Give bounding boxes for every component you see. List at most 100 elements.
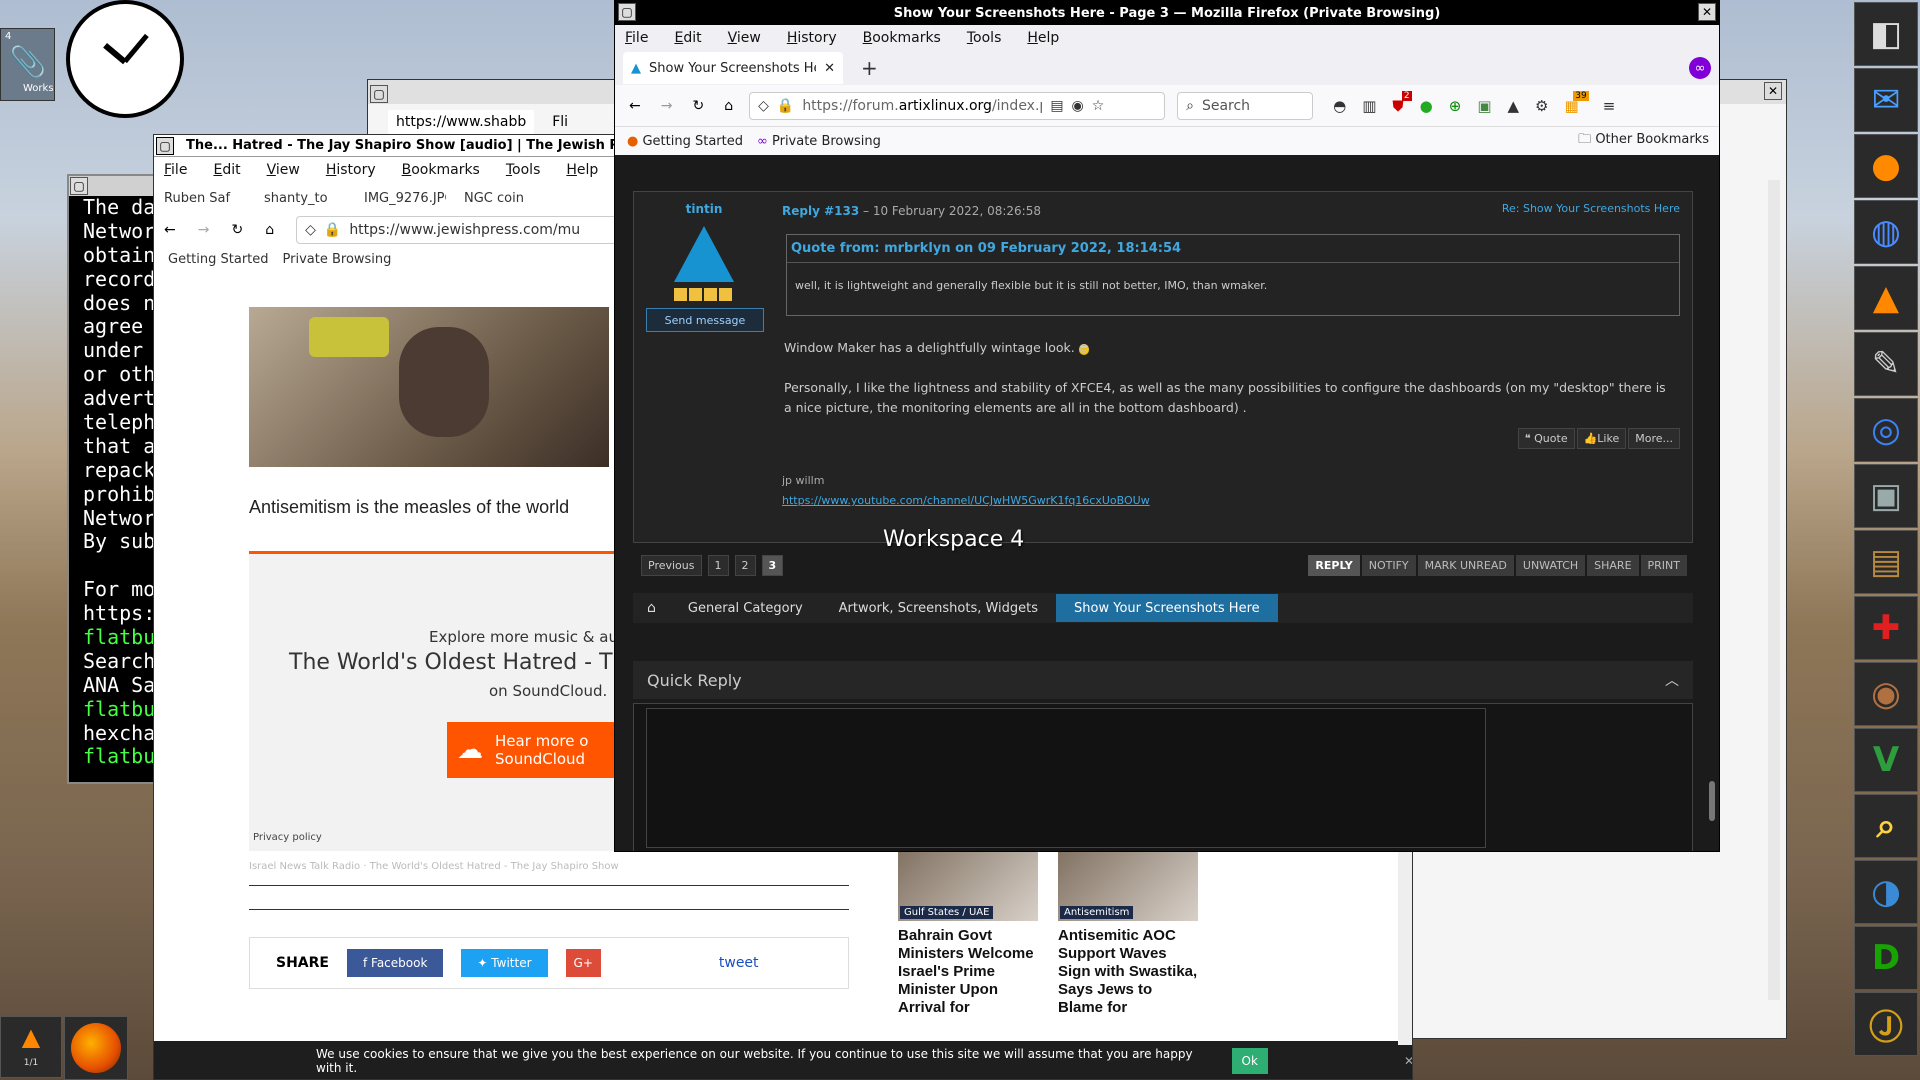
close-tab-icon[interactable]: ✕ (824, 61, 835, 76)
window-menu-button[interactable]: ▢ (70, 177, 88, 195)
terminal-window[interactable]: ▢ The da Networ obtain record does n agree und… (67, 174, 157, 784)
flickr-tab[interactable]: Fli (544, 110, 576, 134)
like-button[interactable]: 👍Like (1576, 428, 1627, 449)
extension-icon[interactable]: ● (1420, 97, 1433, 115)
speaker-icon[interactable]: ◉ (1854, 662, 1918, 726)
news-headline[interactable]: Antisemitic AOC Support Waves Sign with … (1058, 927, 1198, 1017)
news-headline[interactable]: Bahrain Govt Ministers Welcome Israel's … (898, 927, 1038, 1017)
notify-button[interactable]: NOTIFY (1361, 555, 1416, 576)
gimp-icon[interactable]: ✎ (1854, 332, 1918, 396)
home-icon[interactable]: ⌂ (724, 98, 733, 114)
libreoffice-d-icon[interactable]: D (1854, 926, 1918, 990)
bookmark-private-browsing[interactable]: Private Browsing (283, 252, 392, 267)
bookmark-getting-started[interactable]: ● Getting Started (627, 134, 743, 149)
page-2[interactable]: 2 (734, 555, 756, 576)
extension-icon[interactable]: ⚙ (1535, 97, 1548, 115)
forward-icon[interactable]: → (661, 98, 673, 114)
window-menu-button[interactable]: ▢ (156, 137, 174, 155)
sidebar-icon[interactable]: ▥ (1362, 97, 1376, 115)
quote-button[interactable]: ❝ Quote (1517, 428, 1575, 449)
url-bar[interactable]: ◇ 🔒 https://forum.artixlinux.org/index.ph… (749, 91, 1166, 120)
hamburger-menu-icon[interactable]: ≡ (1603, 97, 1616, 115)
jr-icon[interactable]: Ⓙ (1854, 992, 1918, 1056)
tab[interactable]: NGC coin (464, 191, 546, 206)
page-3[interactable]: 3 (761, 555, 784, 576)
cookie-ok-button[interactable]: Ok (1231, 1048, 1268, 1074)
quick-reply-header[interactable]: Quick Reply ︿ (633, 661, 1693, 699)
xchat-icon[interactable]: ✚ (1854, 596, 1918, 660)
rss-icon[interactable]: ◉ (1072, 98, 1084, 114)
audio-credit[interactable]: Israel News Talk Radio · The World's Old… (249, 861, 619, 872)
search-input[interactable]: ⌕ Search (1177, 91, 1314, 120)
menu-bookmarks[interactable]: Bookmarks (402, 162, 480, 178)
cube-icon[interactable]: ▣ (1854, 464, 1918, 528)
bookmark-getting-started[interactable]: Getting Started (168, 252, 269, 267)
box-icon[interactable]: ▤ (1854, 530, 1918, 594)
menu-history[interactable]: History (326, 162, 376, 178)
breadcrumb-screenshots[interactable]: Show Your Screenshots Here (1056, 594, 1278, 622)
forward-icon[interactable]: → (198, 222, 210, 238)
page-1[interactable]: 1 (707, 555, 729, 576)
firefox-appicon[interactable] (64, 1016, 128, 1080)
reply-button[interactable]: REPLY (1308, 555, 1360, 576)
back-icon[interactable]: ← (629, 98, 641, 114)
vim-icon[interactable]: V (1854, 728, 1918, 792)
reload-icon[interactable]: ↻ (692, 98, 704, 114)
magnifier-icon[interactable]: ⌕ (1854, 794, 1918, 858)
facebook-button[interactable]: f Facebook (346, 949, 444, 977)
chromium-icon[interactable]: ◎ (1854, 398, 1918, 462)
chevron-up-icon[interactable]: ︿ (1665, 670, 1679, 690)
unwatch-button[interactable]: UNWATCH (1515, 555, 1586, 576)
menu-file[interactable]: File (625, 30, 648, 46)
vlc-icon[interactable]: ▲ (1854, 266, 1918, 330)
menu-help[interactable]: Help (1027, 30, 1059, 46)
gplus-button[interactable]: G+ (565, 949, 601, 977)
tab-forum[interactable]: ▲ Show Your Screenshots He ✕ (623, 52, 843, 84)
news-card[interactable]: Antisemitism Antisemitic AOC Support Wave… (1058, 833, 1198, 1017)
bluefish-icon[interactable]: ◑ (1854, 860, 1918, 924)
extension-icon[interactable]: ▦ 39 (1565, 90, 1589, 115)
signature-link[interactable]: https://www.youtube.com/channel/UCJwHW5G… (782, 494, 1150, 507)
window-menu-button[interactable]: ▢ (370, 85, 388, 103)
reply-number[interactable]: Reply #133 (782, 204, 859, 218)
post-subject[interactable]: Re: Show Your Screenshots Here (1502, 202, 1680, 215)
tab[interactable]: IMG_9276.JPG (364, 191, 446, 206)
menu-view[interactable]: View (267, 162, 300, 178)
menu-help[interactable]: Help (566, 162, 598, 178)
home-icon[interactable]: ⌂ (633, 600, 670, 616)
reply-textarea[interactable] (646, 708, 1486, 848)
quote-header[interactable]: Quote from: mrbrklyn on 09 February 2022… (787, 235, 1679, 263)
breadcrumb-artwork[interactable]: Artwork, Screenshots, Widgets (821, 594, 1056, 622)
thunderbird-icon[interactable]: ✉ (1854, 68, 1918, 132)
bookmark-private-browsing[interactable]: ∞ Private Browsing (757, 134, 881, 149)
menu-edit[interactable]: Edit (674, 30, 701, 46)
extension-icon[interactable]: ▲ (1508, 97, 1520, 115)
bookmark-star-icon[interactable]: ☆ (1092, 98, 1105, 114)
scrollbar[interactable] (1768, 180, 1780, 1000)
home-icon[interactable]: ⌂ (265, 222, 274, 238)
window-menu-button[interactable]: ▢ (618, 3, 636, 21)
post-author[interactable]: tintin (634, 202, 774, 216)
close-icon[interactable]: ✕ (1764, 82, 1782, 100)
back-icon[interactable]: ← (164, 222, 176, 238)
forum-window[interactable]: ▢ Show Your Screenshots Here - Page 3 — … (614, 0, 1720, 852)
vlc-appicon[interactable]: ▲ 1/1 (0, 1016, 62, 1078)
previous-page-button[interactable]: Previous (641, 555, 702, 576)
scrollbar[interactable] (1709, 781, 1715, 821)
tab[interactable]: shanty_to (264, 191, 346, 206)
privacy-policy-link[interactable]: Privacy policy (253, 832, 322, 843)
menu-edit[interactable]: Edit (213, 162, 240, 178)
reload-icon[interactable]: ↻ (231, 222, 243, 238)
terminal-app-icon[interactable]: ◧ (1854, 2, 1918, 66)
globe-icon[interactable]: ◍ (1854, 200, 1918, 264)
share-button[interactable]: SHARE (1587, 555, 1639, 576)
breadcrumb-general[interactable]: General Category (670, 594, 821, 622)
firefox-icon[interactable]: ● (1854, 134, 1918, 198)
menu-file[interactable]: File (164, 162, 187, 178)
menu-tools[interactable]: Tools (967, 30, 1002, 46)
more-button[interactable]: More... (1628, 428, 1680, 449)
mask-icon[interactable]: ◓ (1333, 97, 1346, 115)
wmaker-workspace-clip[interactable]: 4 📎 Works (0, 28, 55, 101)
send-message-button[interactable]: Send message (646, 308, 764, 332)
tab[interactable]: Ruben Saf (164, 191, 246, 206)
